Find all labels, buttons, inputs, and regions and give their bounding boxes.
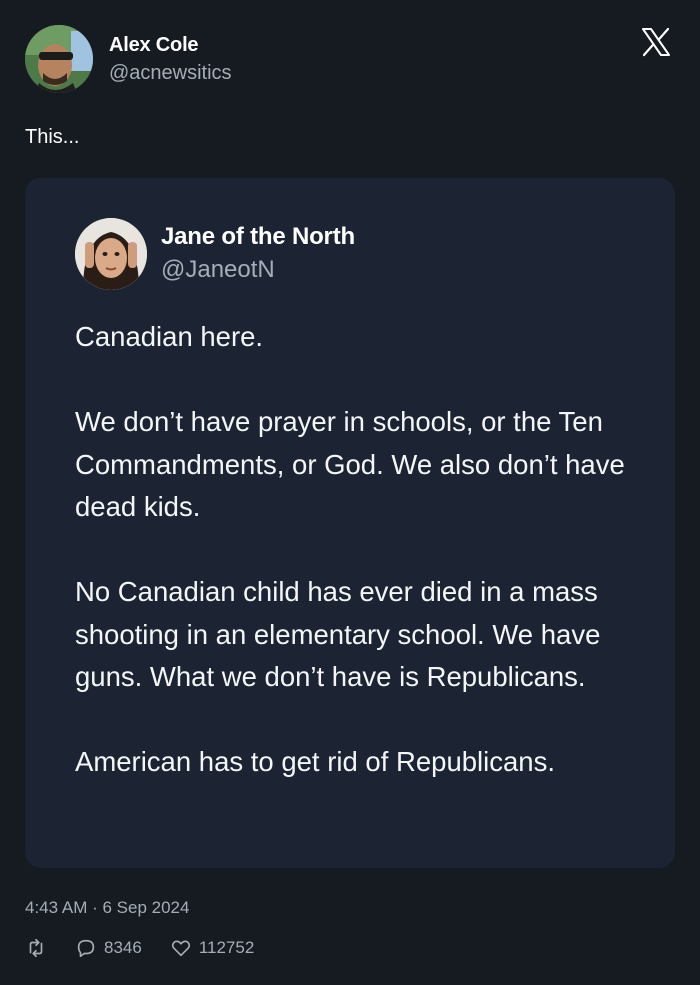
heart-icon	[171, 940, 190, 957]
quoted-paragraph: We don’t have prayer in schools, or the …	[75, 406, 625, 522]
tweet-text: This...	[25, 126, 80, 148]
reply-icon	[77, 939, 95, 958]
author-handle[interactable]: @acnewsitics	[109, 60, 232, 86]
reply-count: 8346	[104, 938, 142, 957]
quoted-author-name[interactable]: Jane of the North	[161, 222, 355, 252]
quoted-tweet[interactable]: Jane of the North @JaneotN Canadian here…	[25, 178, 675, 868]
quoted-paragraph: No Canadian child has ever died in a mas…	[75, 576, 601, 692]
tweet-header: Alex Cole @acnewsitics	[25, 25, 675, 95]
like-count: 112752	[198, 938, 255, 957]
avatar-image	[25, 25, 93, 93]
x-logo-icon[interactable]	[641, 27, 671, 57]
reply-button[interactable]: 8346	[75, 937, 142, 959]
retweet-button[interactable]	[25, 937, 47, 959]
quoted-paragraph: American has to get rid of Republicans.	[75, 746, 555, 777]
quoted-author-handle[interactable]: @JaneotN	[161, 255, 355, 285]
action-bar: 8346 112752	[25, 936, 282, 960]
retweet-icon	[29, 938, 43, 958]
quoted-paragraph: Canadian here.	[75, 321, 264, 352]
quoted-author-info: Jane of the North @JaneotN	[161, 222, 355, 285]
quoted-text: Canadian here. We don’t have prayer in s…	[75, 316, 645, 784]
quoted-avatar[interactable]	[75, 218, 147, 290]
author-name[interactable]: Alex Cole	[109, 33, 232, 57]
author-info: Alex Cole @acnewsitics	[109, 33, 232, 86]
like-button[interactable]: 112752	[170, 937, 254, 959]
quoted-avatar-image	[75, 218, 147, 290]
avatar[interactable]	[25, 25, 93, 93]
timestamp[interactable]: 4:43 AM · 6 Sep 2024	[25, 898, 189, 918]
